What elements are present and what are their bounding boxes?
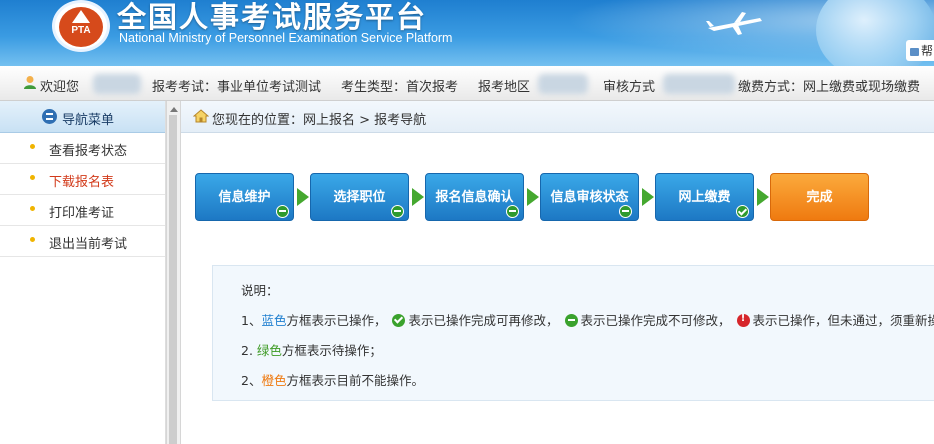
minus-circle-icon [506,205,519,218]
redacted-username [93,74,141,94]
check-circle-icon [392,314,406,327]
help-link[interactable]: 帮 [906,40,934,61]
line-text: 表示已操作完成不可修改， [580,313,731,328]
sidebar-scrollbar[interactable] [166,101,181,444]
instructions-title: 说明： [241,283,279,298]
minus-circle-icon [564,314,578,327]
airplane-icon [706,12,762,35]
orange-label: 橙色 [261,373,287,388]
step-select-position[interactable]: 选择职位 [310,173,409,221]
step-label: 信息审核状态 [550,190,629,205]
region-text: 报考地区 [478,80,531,95]
line-text: 表示已操作，但未通过，须重新操作 [752,313,934,328]
line-prefix: 1、 [241,313,262,328]
redacted-review-method [663,74,735,94]
minus-circle-icon [619,205,632,218]
minus-circle-icon [391,205,404,218]
line-text: 方框表示待操作； [281,343,382,358]
step-complete[interactable]: 完成 [770,173,869,221]
site-subtitle: National Ministry of Personnel Examinati… [119,31,453,45]
welcome-text: 欢迎您 [40,80,80,95]
payment-text: 缴费方式：网上缴费或现场缴费 [738,80,921,95]
step-label: 网上缴费 [678,190,731,205]
arrow-right-icon [297,188,309,206]
arrow-right-icon [642,188,654,206]
breadcrumb: 您现在的位置：网上报名 > 报考导航 [181,101,934,133]
sidebar-header: 导航菜单 [0,101,165,133]
exam-text: 报考考试：事业单位考试测试 [152,80,322,95]
sidebar-item-print-ticket[interactable]: 打印准考证 [0,195,165,226]
line-prefix: 2. [241,343,257,358]
sidebar-item-label: 退出当前考试 [49,237,128,252]
arrow-right-icon [527,188,539,206]
bullet-icon [30,237,35,242]
redacted-region [538,74,588,94]
minus-circle-icon [276,205,289,218]
sidebar-item-download-form[interactable]: 下载报名表 [0,164,165,195]
scroll-up-icon[interactable] [170,107,178,112]
lock-icon [910,48,919,56]
review-method-text: 审核方式 [603,80,656,95]
instructions-panel: 说明： 1、蓝色方框表示已操作， 表示已操作完成可再修改， 表示已操作完成不可修改，… [212,265,934,401]
home-icon [193,109,209,123]
logo-triangle-icon [72,10,90,23]
user-icon [24,76,36,89]
scrollbar-thumb[interactable] [169,115,177,444]
line-text: 方框表示已操作， [286,313,387,328]
step-label: 选择职位 [333,190,386,205]
menu-icon [42,109,57,124]
site-header: PTA 全国人事考试服务平台 National Ministry of Pers… [0,0,934,66]
candidate-type-text: 考生类型：首次报考 [341,80,459,95]
instruction-line-3: 2、橙色方框表示目前不能操作。 [241,370,424,389]
line-text: 表示已操作完成可再修改， [408,313,559,328]
bullet-icon [30,206,35,211]
line-prefix: 2、 [241,373,262,388]
bullet-icon [30,175,35,180]
error-circle-icon [736,313,750,327]
sidebar-item-label: 下载报名表 [49,175,115,190]
instruction-line-2: 2. 绿色方框表示待操作； [241,340,382,359]
step-label: 信息维护 [218,190,271,205]
step-confirm-registration[interactable]: 报名信息确认 [425,173,524,221]
instruction-line-1: 1、蓝色方框表示已操作， 表示已操作完成可再修改， 表示已操作完成不可修改， 表示已操… [241,310,934,329]
left-sidebar: 导航菜单 查看报考状态 下载报名表 打印准考证 退出当前考试 [0,101,166,444]
step-info-maintenance[interactable]: 信息维护 [195,173,294,221]
bullet-icon [30,144,35,149]
logo-text: PTA [71,25,91,36]
sidebar-item-view-status[interactable]: 查看报考状态 [0,133,165,164]
arrow-right-icon [412,188,424,206]
step-label: 报名信息确认 [435,190,514,205]
breadcrumb-text: 您现在的位置：网上报名 > 报考导航 [212,113,427,128]
green-label: 绿色 [256,343,282,358]
help-label: 帮 [921,44,934,58]
sidebar-item-label: 打印准考证 [49,206,115,221]
line-text: 方框表示目前不能操作。 [286,373,424,388]
pta-logo: PTA [52,0,110,52]
blue-label: 蓝色 [261,313,287,328]
step-review-status[interactable]: 信息审核状态 [540,173,639,221]
main-content: 您现在的位置：网上报名 > 报考导航 信息维护 选择职位 报名信息确认 信息审核… [181,101,934,444]
sidebar-item-exit-exam[interactable]: 退出当前考试 [0,226,165,257]
step-online-payment[interactable]: 网上缴费 [655,173,754,221]
check-circle-icon [736,205,749,218]
step-label: 完成 [806,190,833,205]
arrow-right-icon [757,188,769,206]
sidebar-item-label: 查看报考状态 [49,144,128,159]
sidebar-title: 导航菜单 [62,113,115,128]
